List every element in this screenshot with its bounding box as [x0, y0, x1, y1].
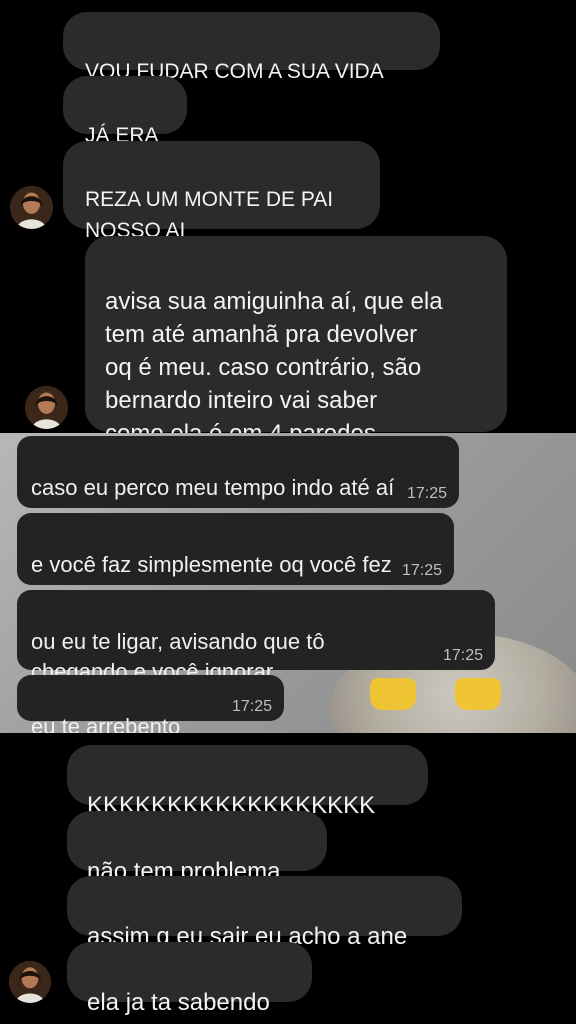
embedded-screenshot[interactable]: caso eu perco meu tempo indo até aí 17:2… [0, 433, 576, 733]
message-text: avisa sua amiguinha aí, que ela tem até … [105, 288, 443, 447]
message-bubble[interactable]: REZA UM MONTE DE PAI NOSSO AI [63, 141, 380, 242]
yellow-bow-shape [455, 678, 501, 710]
message-text: eu te arrebento [31, 714, 181, 733]
message-bubble[interactable]: avisa sua amiguinha aí, que ela tem até … [85, 236, 507, 447]
message-bubble[interactable]: e você faz simplesmente oq você fez 17:2… [17, 513, 454, 585]
person-icon [9, 961, 51, 1003]
message-bubble[interactable]: eu te arrebento 17:25 [17, 675, 284, 733]
message-bubble[interactable]: caso eu perco meu tempo indo até aí 17:2… [17, 436, 459, 508]
avatar[interactable] [9, 961, 51, 1003]
message-time: 17:25 [406, 485, 447, 502]
avatar[interactable] [25, 386, 68, 429]
message-time: 17:25 [231, 698, 272, 715]
avatar[interactable] [10, 186, 53, 229]
person-icon [25, 386, 68, 429]
message-text: caso eu perco meu tempo indo até aí [31, 475, 395, 500]
message-bubble[interactable]: KKKKKKKKKKKKKKKKKK [67, 745, 428, 819]
message-text: e você faz simplesmente oq você fez [31, 552, 392, 577]
message-bubble[interactable]: assim q eu sair eu acho a ane [67, 876, 462, 950]
message-text: ela ja ta sabendo [87, 989, 270, 1016]
message-bubble[interactable]: VOU FUDAR COM A SUA VIDA [63, 12, 440, 83]
message-time: 17:25 [401, 562, 442, 579]
yellow-bow-shape [370, 678, 416, 710]
message-bubble[interactable]: não tem problema [67, 811, 327, 885]
message-bubble[interactable]: ela ja ta sabendo [67, 942, 312, 1016]
message-text: REZA UM MONTE DE PAI NOSSO AI [85, 188, 334, 242]
message-bubble[interactable]: ou eu te ligar, avisando que tô chegando… [17, 590, 495, 684]
person-icon [10, 186, 53, 229]
message-bubble[interactable]: JÁ ERA [63, 76, 187, 147]
message-time: 17:25 [442, 647, 483, 664]
